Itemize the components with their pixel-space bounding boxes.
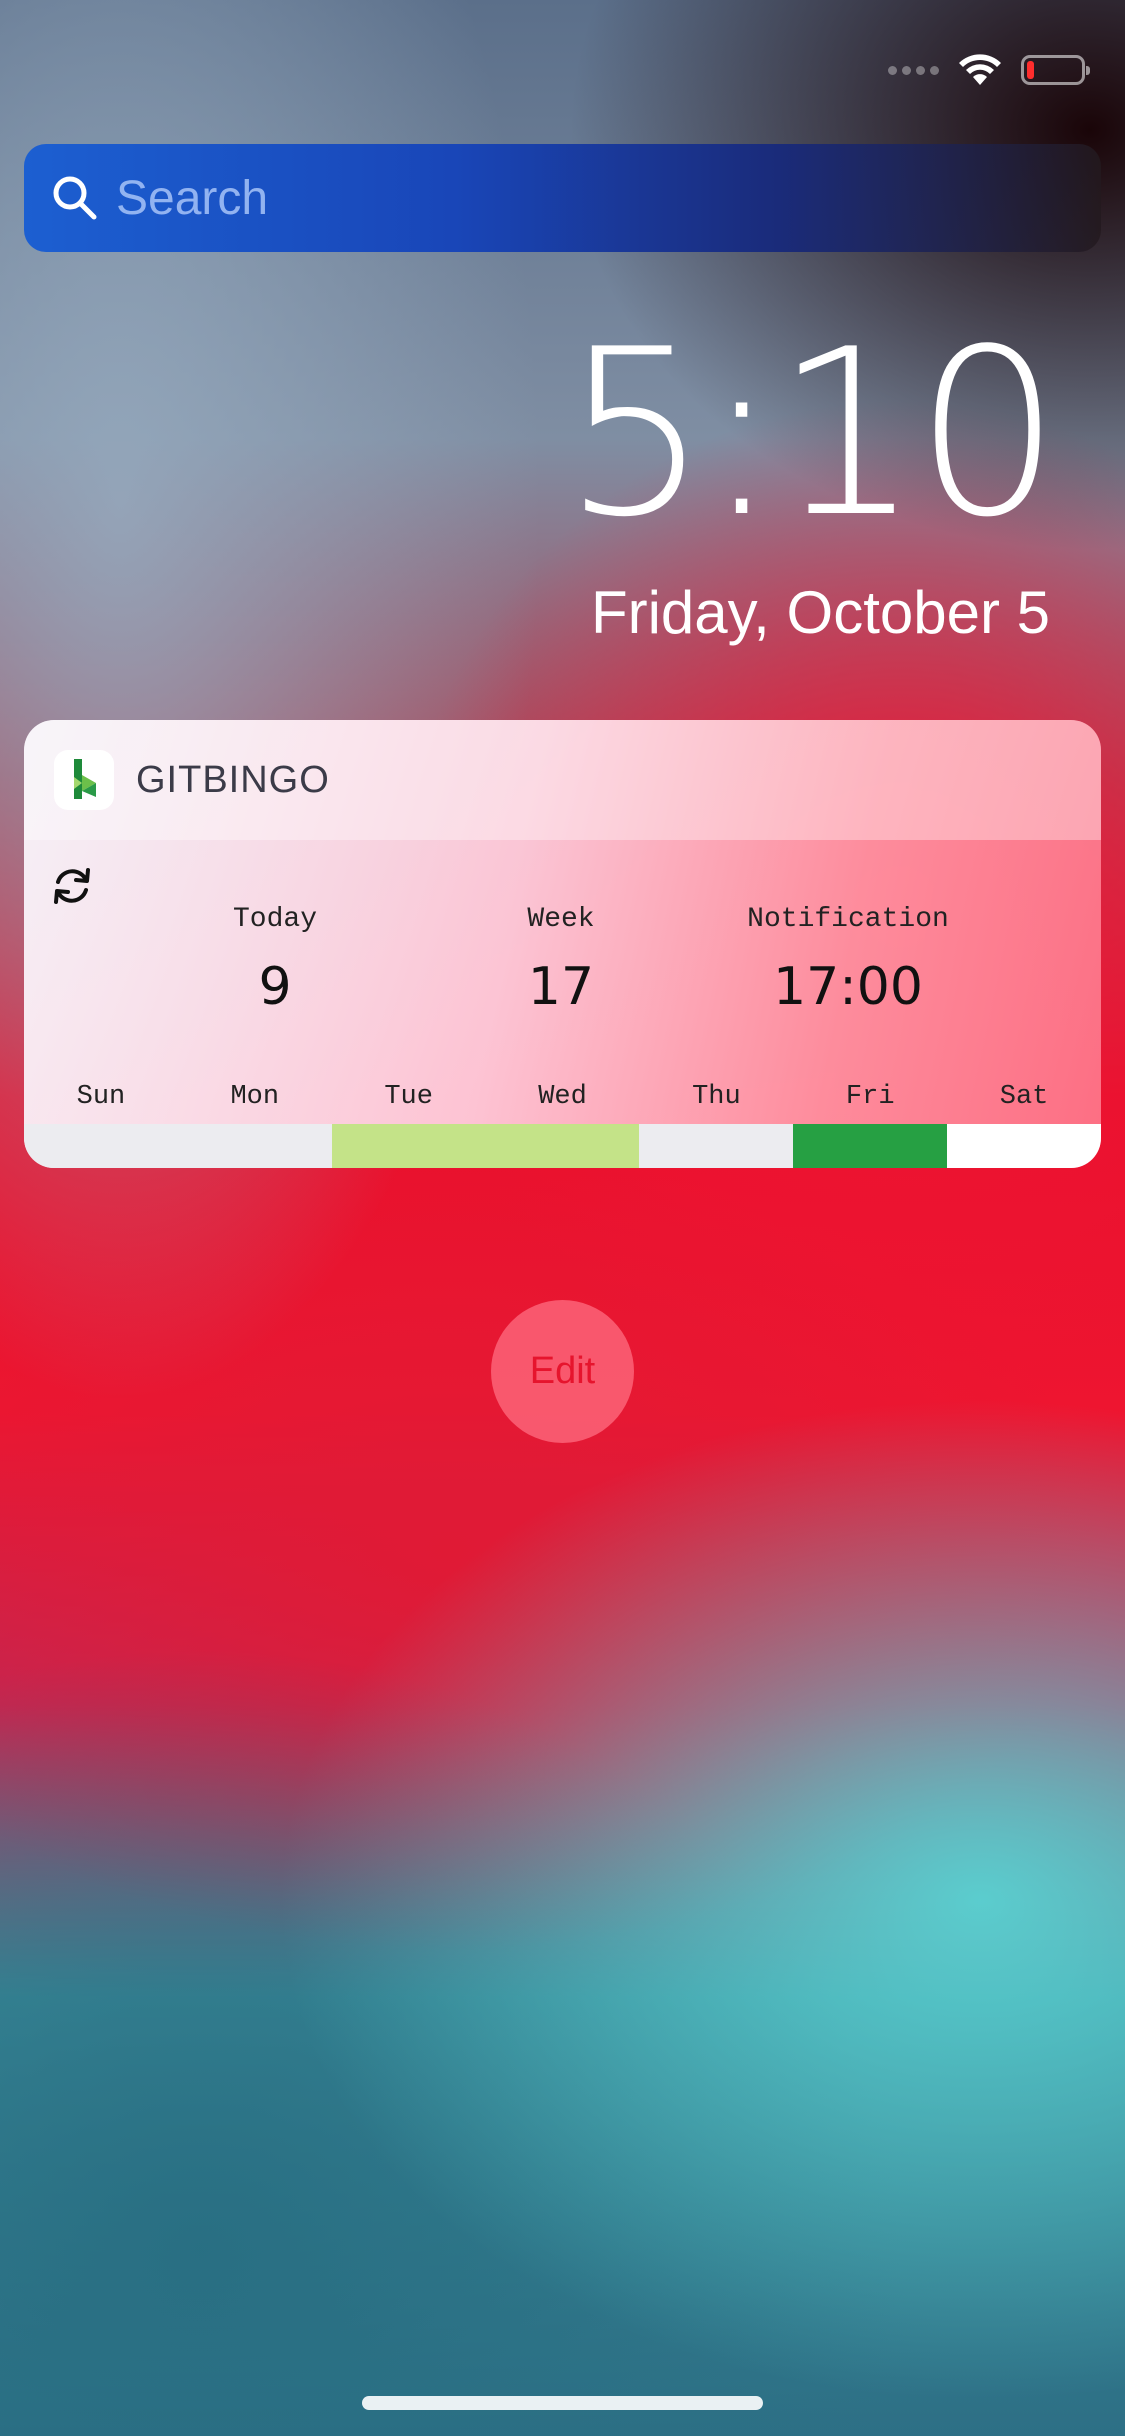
battery-icon — [1021, 55, 1090, 85]
widget-header[interactable]: GITBINGO — [24, 720, 1101, 840]
stat-value: 17 — [527, 957, 595, 1017]
cellular-signal-icon — [888, 65, 939, 75]
lock-screen-time: 5:10 — [562, 301, 1061, 568]
lock-screen-date: Friday, October 5 — [590, 579, 1050, 646]
activity-cell-sun — [24, 1124, 178, 1168]
search-placeholder: Search — [116, 171, 269, 225]
gitbingo-widget[interactable]: GITBINGO Today 9 Week 17 Notification 17… — [24, 720, 1101, 1168]
wifi-icon — [959, 54, 1001, 85]
battery-level — [1027, 61, 1034, 79]
stat-value: 9 — [258, 957, 292, 1017]
stat-week: Week 17 — [431, 904, 691, 1017]
widget-body: Today 9 Week 17 Notification 17:00 Sun M… — [24, 840, 1101, 1168]
widget-app-name: GITBINGO — [136, 758, 330, 801]
search-bar[interactable]: Search — [24, 144, 1101, 252]
activity-cell-tue — [331, 1124, 486, 1168]
activity-cell-thu — [639, 1124, 794, 1168]
stat-label: Week — [527, 904, 595, 935]
stat-today: Today 9 — [145, 904, 405, 1017]
status-bar — [888, 48, 1090, 92]
gitbingo-logo-icon — [54, 750, 114, 810]
day-label-fri: Fri — [845, 1082, 895, 1112]
stat-label: Today — [232, 904, 317, 935]
day-label-thu: Thu — [692, 1082, 741, 1112]
day-label-tue: Tue — [384, 1082, 433, 1112]
stat-notification: Notification 17:00 — [718, 904, 978, 1017]
day-label-wed: Wed — [538, 1082, 587, 1112]
home-indicator[interactable] — [362, 2396, 763, 2410]
activity-cell-wed — [485, 1124, 640, 1168]
refresh-icon[interactable] — [48, 862, 96, 910]
activity-bars — [24, 1124, 1101, 1168]
edit-button[interactable]: Edit — [491, 1300, 634, 1443]
activity-cell-fri — [793, 1124, 948, 1168]
search-icon — [53, 176, 97, 220]
activity-cell-mon — [177, 1124, 332, 1168]
activity-cell-sat — [947, 1124, 1101, 1168]
weekday-labels: Sun Mon Tue Wed Thu Fri Sat — [24, 1082, 1101, 1112]
stat-label: Notification — [747, 904, 949, 935]
day-label-mon: Mon — [230, 1082, 280, 1112]
day-label-sun: Sun — [76, 1082, 126, 1112]
stat-value: 17:00 — [773, 957, 923, 1017]
day-label-sat: Sat — [999, 1082, 1049, 1112]
